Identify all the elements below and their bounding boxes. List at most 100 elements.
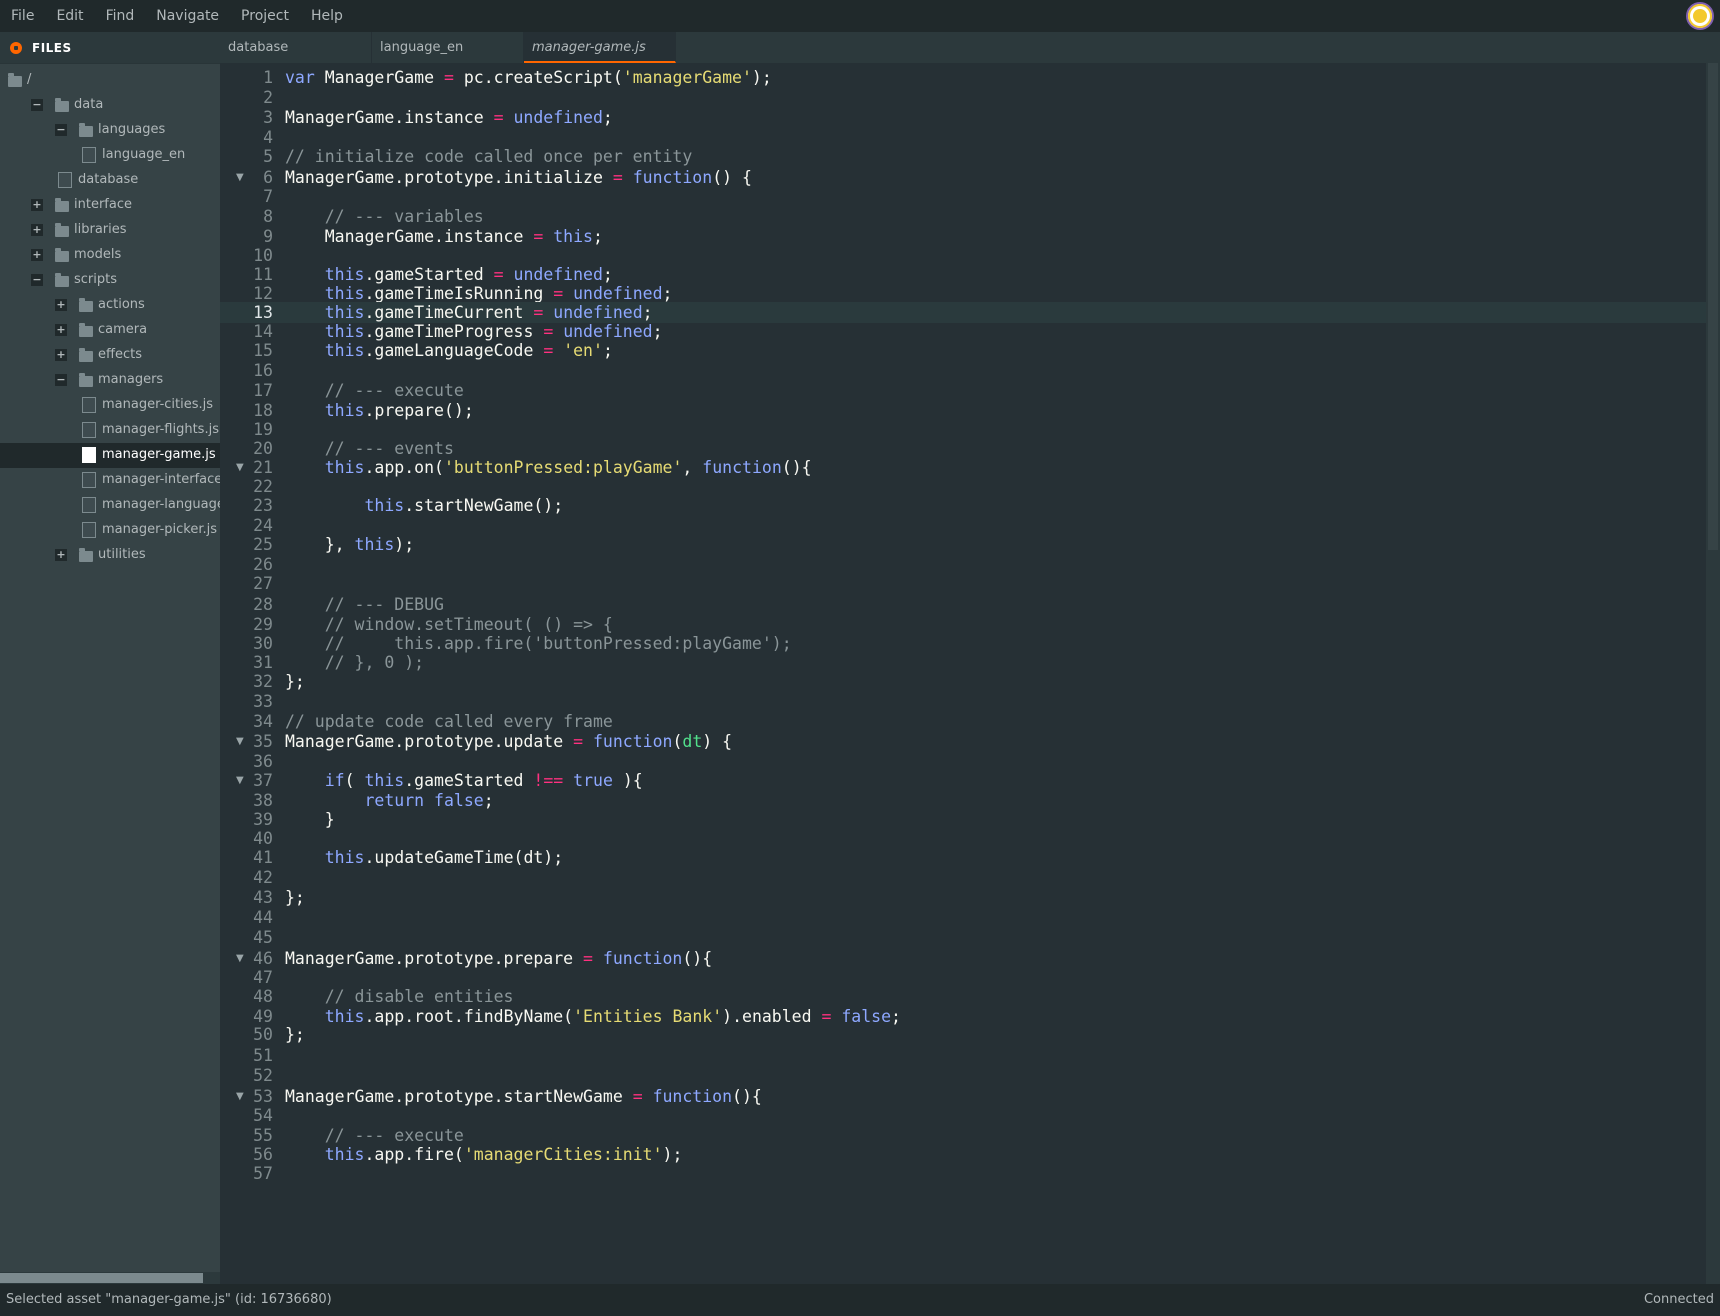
code-line[interactable]: 17 // --- execute (220, 380, 1706, 401)
code-line[interactable]: 56 this.app.fire('managerCities:init'); (220, 1144, 1706, 1165)
code-line[interactable]: 14 this.gameTimeProgress = undefined; (220, 321, 1706, 342)
code-line[interactable]: 5 // initialize code called once per enti… (220, 146, 1706, 167)
sidebar-horizontal-scrollbar[interactable] (0, 1272, 220, 1284)
expand-icon[interactable]: + (55, 549, 67, 561)
expand-icon[interactable]: + (55, 324, 67, 336)
tree-item-manager-flights-js[interactable]: manager-flights.js (0, 418, 220, 443)
code-line[interactable]: 48 // disable entities (220, 986, 1706, 1007)
code-line[interactable]: 33 (220, 691, 1706, 712)
tree-item-actions[interactable]: + actions (0, 293, 220, 318)
tree-item-manager-interface-js[interactable]: manager-interface.js (0, 468, 220, 493)
tree-item-[interactable]: / (0, 68, 220, 93)
code-line[interactable]: 1 var ManagerGame = pc.createScript('mana… (220, 67, 1706, 88)
tree-item-scripts[interactable]: − scripts (0, 268, 220, 293)
code-line[interactable]: 11 this.gameStarted = undefined; (220, 264, 1706, 285)
collapse-icon[interactable]: − (31, 274, 43, 286)
tree-item-manager-cities-js[interactable]: manager-cities.js (0, 393, 220, 418)
code-line[interactable]: 29 // window.setTimeout( () => { (220, 614, 1706, 635)
code-line[interactable]: 7 (220, 186, 1706, 207)
code-line[interactable]: 42 (220, 867, 1706, 888)
editor-scrollbar-thumb[interactable] (1708, 63, 1718, 550)
tab-database[interactable]: database (220, 32, 372, 63)
tree-item-language-en[interactable]: language_en (0, 143, 220, 168)
tree-item-effects[interactable]: + effects (0, 343, 220, 368)
code-line[interactable]: 26 (220, 554, 1706, 575)
editor-vertical-scrollbar[interactable] (1706, 63, 1720, 1284)
code-line[interactable]: 4 (220, 127, 1706, 148)
code-line[interactable]: 8 // --- variables (220, 206, 1706, 227)
code-line[interactable]: ▼ 6 ManagerGame.prototype.initialize = fun… (220, 167, 1706, 188)
code-line[interactable]: 12 this.gameTimeIsRunning = undefined; (220, 283, 1706, 304)
code-line[interactable]: ▼ 37 if( this.gameStarted !== true ){ (220, 770, 1706, 791)
code-line[interactable]: 44 (220, 907, 1706, 928)
code-line[interactable]: 27 (220, 573, 1706, 594)
code-line[interactable]: 20 // --- events (220, 438, 1706, 459)
code-line[interactable]: 43}; (220, 887, 1706, 908)
expand-icon[interactable]: + (55, 299, 67, 311)
code-line[interactable]: 36 (220, 751, 1706, 772)
code-line[interactable]: 50}; (220, 1024, 1706, 1045)
menu-navigate[interactable]: Navigate (145, 0, 230, 32)
code-line[interactable]: 57 (220, 1163, 1706, 1184)
code-line[interactable]: 54 (220, 1105, 1706, 1126)
tree-item-interface[interactable]: + interface (0, 193, 220, 218)
collapse-icon[interactable]: − (55, 124, 67, 136)
app-logo-icon[interactable] (1686, 2, 1714, 30)
code-line[interactable]: 2 (220, 87, 1706, 108)
expand-icon[interactable]: + (31, 224, 43, 236)
code-line[interactable]: 55 // --- execute (220, 1125, 1706, 1146)
code-line[interactable]: 19 (220, 419, 1706, 440)
code-line[interactable]: 30 // this.app.fire('buttonPressed:playG… (220, 633, 1706, 654)
code-line[interactable]: 40 (220, 828, 1706, 849)
code-line[interactable]: 3 ManagerGame.instance = undefined; (220, 107, 1706, 128)
code-line[interactable]: ▼ 21 this.app.on('buttonPressed:playGame'… (220, 457, 1706, 478)
collapse-icon[interactable]: − (55, 374, 67, 386)
expand-icon[interactable]: + (31, 249, 43, 261)
menu-file[interactable]: File (0, 0, 45, 32)
code-line[interactable]: ▼ 53 ManagerGame.prototype.startNewGame = … (220, 1086, 1706, 1107)
code-line[interactable]: 28 // --- DEBUG (220, 594, 1706, 615)
menu-edit[interactable]: Edit (45, 0, 94, 32)
code-line[interactable]: 13 this.gameTimeCurrent = undefined; (220, 302, 1706, 323)
code-line[interactable]: 45 (220, 927, 1706, 948)
tree-item-libraries[interactable]: + libraries (0, 218, 220, 243)
code-line[interactable]: 18 this.prepare(); (220, 400, 1706, 421)
code-line[interactable]: 16 (220, 360, 1706, 381)
code-line[interactable]: 23 this.startNewGame(); (220, 495, 1706, 516)
tab-manager-game-js[interactable]: manager-game.js (524, 32, 676, 63)
tree-item-manager-picker-js[interactable]: manager-picker.js (0, 518, 220, 543)
menu-help[interactable]: Help (300, 0, 354, 32)
tree-item-manager-language-js[interactable]: manager-language.js (0, 493, 220, 518)
tree-item-languages[interactable]: − languages (0, 118, 220, 143)
collapse-icon[interactable]: − (31, 99, 43, 111)
code-line[interactable]: 41 this.updateGameTime(dt); (220, 847, 1706, 868)
code-line[interactable]: 51 (220, 1045, 1706, 1066)
tree-item-data[interactable]: − data (0, 93, 220, 118)
menu-project[interactable]: Project (230, 0, 300, 32)
tab-language-en[interactable]: language_en (372, 32, 524, 63)
tree-item-models[interactable]: + models (0, 243, 220, 268)
code-line[interactable]: 34 // update code called every frame (220, 711, 1706, 732)
code-line[interactable]: 9 ManagerGame.instance = this; (220, 226, 1706, 247)
tree-item-database[interactable]: database (0, 168, 220, 193)
files-panel-header[interactable]: FILES (0, 32, 220, 64)
code-line[interactable]: 31 // }, 0 ); (220, 652, 1706, 673)
code-line[interactable]: 25 }, this); (220, 534, 1706, 555)
tree-item-camera[interactable]: + camera (0, 318, 220, 343)
code-line[interactable]: 22 (220, 476, 1706, 497)
code-line[interactable]: 39 } (220, 809, 1706, 830)
expand-icon[interactable]: + (31, 199, 43, 211)
tree-item-utilities[interactable]: + utilities (0, 543, 220, 568)
expand-icon[interactable]: + (55, 349, 67, 361)
tree-item-managers[interactable]: − managers (0, 368, 220, 393)
code-line[interactable]: 32}; (220, 671, 1706, 692)
code-editor[interactable]: 1 var ManagerGame = pc.createScript('mana… (220, 63, 1720, 1284)
code-line[interactable]: 47 (220, 967, 1706, 988)
menu-find[interactable]: Find (95, 0, 146, 32)
tree-item-manager-game-js[interactable]: manager-game.js (0, 443, 220, 468)
code-line[interactable]: 52 (220, 1065, 1706, 1086)
sidebar-scrollbar-thumb[interactable] (0, 1273, 203, 1283)
code-line[interactable]: 15 this.gameLanguageCode = 'en'; (220, 340, 1706, 361)
code-line[interactable]: ▼ 35 ManagerGame.prototype.update = functi… (220, 731, 1706, 752)
code-line[interactable]: 38 return false; (220, 790, 1706, 811)
